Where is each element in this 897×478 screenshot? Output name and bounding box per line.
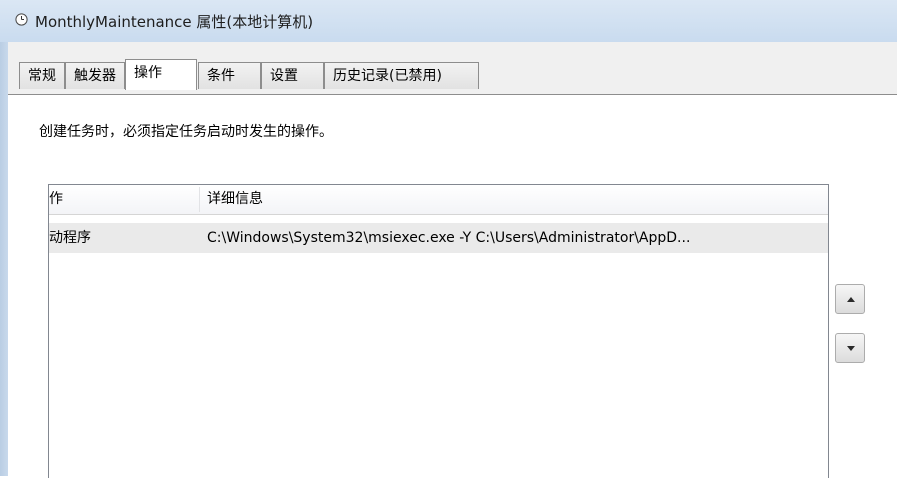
clock-icon [15, 13, 28, 26]
tab-general[interactable]: 常规 [19, 62, 65, 89]
tab-history[interactable]: 历史记录(已禁用) [324, 62, 479, 89]
dialog-client-area: 常规 触发器 操作 条件 设置 历史记录(已禁用) 创建任务时，必须指定任务启动… [8, 42, 897, 478]
actions-list[interactable]: 作 详细信息 动程序 C:\Windows\System32\msiexec.e… [48, 184, 829, 478]
action-cell: 动程序 [49, 230, 91, 246]
tab-settings[interactable]: 设置 [261, 62, 324, 89]
column-header-action[interactable]: 作 [49, 185, 63, 214]
column-divider[interactable] [199, 187, 200, 212]
list-header: 作 详细信息 [49, 185, 828, 215]
list-item[interactable]: 动程序 C:\Windows\System32\msiexec.exe -Y C… [49, 223, 828, 253]
triangle-up-icon [847, 297, 855, 302]
actions-tab-panel: 创建任务时，必须指定任务启动时发生的操作。 作 详细信息 动程序 C:\Wind… [8, 94, 897, 478]
column-header-details[interactable]: 详细信息 [207, 185, 263, 214]
move-up-button[interactable] [835, 284, 865, 314]
title-bar[interactable]: MonthlyMaintenance 属性(本地计算机) [0, 0, 897, 42]
properties-window: MonthlyMaintenance 属性(本地计算机) 常规 触发器 操作 条… [0, 0, 897, 478]
tab-actions[interactable]: 操作 [125, 59, 197, 90]
tab-triggers[interactable]: 触发器 [65, 62, 125, 89]
tab-conditions[interactable]: 条件 [198, 62, 261, 89]
window-frame-left [0, 0, 8, 476]
move-down-button[interactable] [835, 333, 865, 363]
triangle-down-icon [847, 346, 855, 351]
instruction-text: 创建任务时，必须指定任务启动时发生的操作。 [39, 124, 333, 140]
window-title: MonthlyMaintenance 属性(本地计算机) [35, 13, 314, 31]
details-cell: C:\Windows\System32\msiexec.exe -Y C:\Us… [207, 230, 691, 246]
